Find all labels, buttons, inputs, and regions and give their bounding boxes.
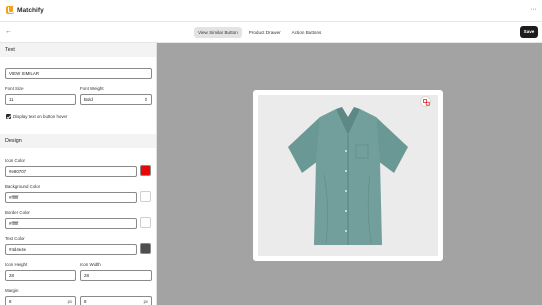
back-arrow-icon[interactable]: ← <box>5 28 12 36</box>
section-header-design[interactable]: Design <box>0 134 156 148</box>
icon-color-input[interactable]: #e80707 <box>5 166 137 177</box>
margin-top-input[interactable]: 8 px <box>5 296 76 305</box>
tab-action-buttons[interactable]: Action Buttons <box>288 27 326 38</box>
save-button[interactable]: Save <box>520 26 538 38</box>
font-weight-value: Bold <box>84 97 93 102</box>
border-color-input[interactable]: #ffffff <box>5 218 137 229</box>
margin-label: Margin <box>5 288 19 293</box>
matchify-logo-icon <box>6 6 14 14</box>
text-color-input[interactable]: #4d4e4e <box>5 244 137 255</box>
select-arrows-icon: ⇕ <box>144 97 148 102</box>
margin-right-unit: px <box>143 299 148 304</box>
icon-width-input[interactable]: 28 <box>80 270 152 281</box>
settings-sidebar[interactable]: Text VIEW SIMILAR Font Size Font Weight … <box>0 43 157 305</box>
preview-canvas <box>157 43 542 305</box>
product-card <box>253 90 443 261</box>
border-color-swatch[interactable] <box>140 217 151 228</box>
display-text-label: Display text on button hover <box>13 114 68 119</box>
icon-color-swatch[interactable] <box>140 165 151 176</box>
button-text-input[interactable]: VIEW SIMILAR <box>5 68 152 79</box>
more-menu-icon[interactable]: ··· <box>531 6 537 14</box>
background-color-input[interactable]: #ffffff <box>5 192 137 203</box>
icon-color-label: Icon Color <box>5 158 26 163</box>
tab-product-drawer[interactable]: Product Drawer <box>245 27 285 38</box>
text-color-label: Text Color <box>5 236 25 241</box>
product-image <box>258 95 438 256</box>
background-color-label: Background Color <box>5 184 41 189</box>
tab-bar: View Similar Button Product Drawer Actio… <box>194 27 325 38</box>
brand[interactable]: Matchify <box>6 6 44 14</box>
icon-height-label: Icon Height <box>5 262 28 267</box>
font-size-input[interactable]: 11 <box>5 94 76 105</box>
font-weight-label: Font Weight <box>80 86 104 91</box>
text-color-swatch[interactable] <box>140 243 151 254</box>
app-name: Matchify <box>17 6 44 14</box>
display-text-checkbox[interactable] <box>6 114 11 119</box>
margin-right-value: 8 <box>84 299 87 304</box>
view-similar-button[interactable] <box>420 96 431 107</box>
font-size-label: Font Size <box>5 86 24 91</box>
icon-height-input[interactable]: 28 <box>5 270 76 281</box>
view-similar-icon <box>422 98 430 106</box>
margin-top-unit: px <box>67 299 72 304</box>
border-color-label: Border Color <box>5 210 30 215</box>
margin-top-value: 8 <box>9 299 12 304</box>
margin-right-input[interactable]: 8 px <box>80 296 152 305</box>
font-weight-select[interactable]: Bold ⇕ <box>80 94 152 105</box>
icon-width-label: Icon Width <box>80 262 101 267</box>
top-bar: Matchify ··· <box>0 0 542 22</box>
section-header-text[interactable]: Text <box>0 43 156 57</box>
editor-toolbar: ← View Similar Button Product Drawer Act… <box>0 22 542 43</box>
tab-view-similar-button[interactable]: View Similar Button <box>194 27 242 38</box>
teal-shirt-image <box>258 95 438 256</box>
background-color-swatch[interactable] <box>140 191 151 202</box>
